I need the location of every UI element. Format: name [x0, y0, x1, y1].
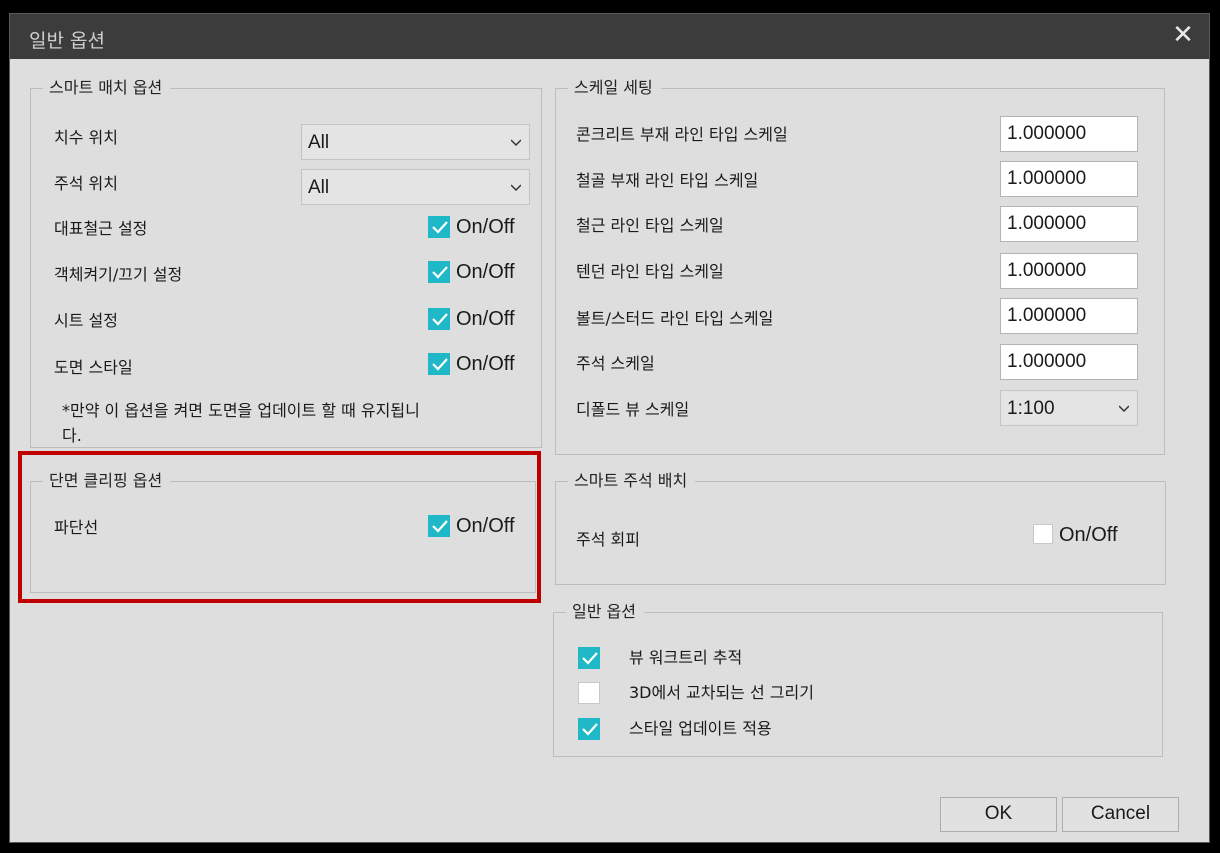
smart-match-note-line2: 다. [62, 426, 82, 445]
default-view-scale-value: 1:100 [1007, 398, 1055, 419]
title-bar[interactable]: 일반 옵션 ✕ [10, 14, 1209, 59]
checkbox-checked-icon [578, 647, 600, 669]
chevron-down-icon [511, 139, 521, 147]
smart-note-title: 스마트 주석 배치 [568, 471, 696, 491]
default-view-scale-select[interactable]: 1:100 [1000, 390, 1138, 426]
bolt-scale-label: 볼트/스터드 라인 타입 스케일 [576, 309, 774, 328]
checkbox-checked-icon [428, 353, 450, 375]
concrete-scale-label: 콘크리트 부재 라인 타입 스케일 [576, 125, 788, 144]
dim-position-label: 치수 위치 [54, 128, 118, 147]
note-position-select[interactable]: All [301, 169, 530, 205]
cancel-button[interactable]: Cancel [1062, 797, 1179, 832]
ok-button[interactable]: OK [940, 797, 1057, 832]
note-scale-input[interactable]: 1.000000 [1000, 344, 1138, 380]
checkbox-label: On/Off [456, 216, 515, 238]
checkbox-unchecked-icon [1033, 524, 1053, 544]
rebar-scale-input[interactable]: 1.000000 [1000, 206, 1138, 242]
sheet-setting-label: 시트 설정 [54, 311, 118, 330]
checkbox-label: On/Off [456, 261, 515, 283]
rebar-scale-label: 철근 라인 타입 스케일 [576, 216, 724, 235]
scale-setting-title: 스케일 세팅 [568, 78, 661, 98]
checkbox-checked-icon [428, 261, 450, 283]
checkbox-checked-icon [428, 216, 450, 238]
smart-match-note: *만약 이 옵션을 켜면 도면을 업데이트 할 때 유지됩니 [62, 401, 420, 420]
tendon-scale-label: 텐던 라인 타입 스케일 [576, 262, 724, 281]
note-position-label: 주석 위치 [54, 174, 118, 193]
dim-position-select[interactable]: All [301, 124, 530, 160]
hide-show-setting-label: 객체켜기/끄기 설정 [54, 265, 183, 284]
checkbox-label: On/Off [1059, 524, 1118, 546]
apply-style-update-label: 스타일 업데이트 적용 [629, 719, 772, 738]
note-avoid-label: 주석 회피 [576, 530, 640, 549]
drawing-style-label: 도면 스타일 [54, 358, 133, 377]
chevron-down-icon [1119, 405, 1129, 413]
tendon-scale-input[interactable]: 1.000000 [1000, 253, 1138, 289]
bolt-scale-input[interactable]: 1.000000 [1000, 298, 1138, 334]
rebar-setting-label: 대표철근 설정 [54, 219, 148, 238]
dim-position-value: All [308, 132, 330, 153]
checkbox-checked-icon [428, 308, 450, 330]
concrete-scale-input[interactable]: 1.000000 [1000, 116, 1138, 152]
smart-match-title: 스마트 매치 옵션 [43, 78, 171, 98]
checkbox-label: On/Off [456, 308, 515, 330]
steel-scale-label: 철골 부재 라인 타입 스케일 [576, 171, 759, 190]
checkbox-label: On/Off [456, 515, 515, 537]
view-worktree-label: 뷰 워크트리 추적 [629, 648, 743, 667]
checkbox-checked-icon [578, 718, 600, 740]
draw-3d-lines-label: 3D에서 교차되는 선 그리기 [629, 683, 814, 702]
break-line-label: 파단선 [54, 518, 99, 537]
general-options-title: 일반 옵션 [566, 602, 644, 622]
close-icon[interactable]: ✕ [1171, 22, 1195, 48]
checkbox-checked-icon [428, 515, 450, 537]
default-view-scale-label: 디폴드 뷰 스케일 [576, 400, 690, 419]
steel-scale-input[interactable]: 1.000000 [1000, 161, 1138, 197]
dialog-title: 일반 옵션 [29, 30, 105, 52]
checkbox-unchecked-icon [578, 682, 600, 704]
chevron-down-icon [511, 184, 521, 192]
checkbox-label: On/Off [456, 353, 515, 375]
note-position-value: All [308, 177, 330, 198]
section-clip-group: 단면 클리핑 옵션 [30, 471, 536, 593]
note-scale-label: 주석 스케일 [576, 354, 655, 373]
section-clip-title: 단면 클리핑 옵션 [43, 471, 171, 491]
